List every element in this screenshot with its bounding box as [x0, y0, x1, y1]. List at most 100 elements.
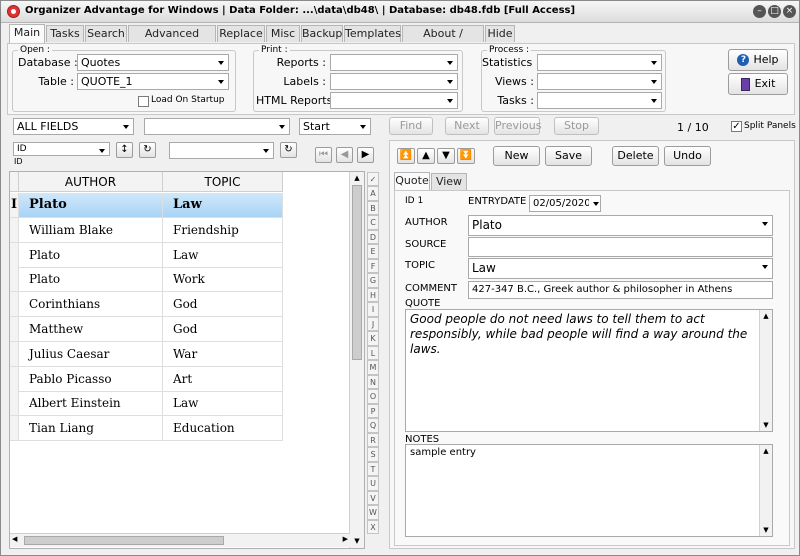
scroll-up-icon[interactable]: ▲: [350, 172, 364, 185]
first-record-icon[interactable]: ⏮: [315, 147, 332, 163]
delete-button[interactable]: Delete: [612, 146, 659, 166]
cell-author[interactable]: Plato: [19, 242, 163, 268]
alpha-letter-g[interactable]: G: [367, 273, 379, 288]
cell-author[interactable]: Corinthians: [19, 292, 163, 318]
table-row[interactable]: Corinthians God: [10, 292, 283, 318]
cell-topic[interactable]: Law: [163, 193, 283, 218]
cell-topic[interactable]: God: [163, 317, 283, 342]
table-row[interactable]: Plato Law: [10, 242, 283, 268]
alpha-letter-v[interactable]: V: [367, 490, 379, 506]
table-row[interactable]: Matthew God: [10, 317, 283, 342]
cell-topic[interactable]: Art: [163, 366, 283, 392]
tasks-select[interactable]: [537, 92, 662, 109]
alpha-letter-q[interactable]: Q: [367, 418, 379, 433]
undo-button[interactable]: Undo: [664, 146, 711, 166]
reports-select[interactable]: [330, 54, 458, 71]
table-select[interactable]: QUOTE_1: [77, 73, 229, 90]
alpha-letter-d[interactable]: D: [367, 229, 379, 245]
alpha-letter-o[interactable]: O: [367, 389, 379, 404]
search-input[interactable]: [144, 118, 290, 135]
split-panels-checkbox[interactable]: ✓: [731, 121, 742, 132]
cell-author[interactable]: Matthew: [19, 317, 163, 342]
scroll-up-icon[interactable]: ▲: [760, 445, 772, 457]
column-header-topic[interactable]: TOPIC: [163, 172, 283, 192]
tab-backup[interactable]: Backup: [301, 25, 343, 42]
save-button[interactable]: Save: [545, 146, 592, 166]
cell-author[interactable]: Albert Einstein: [19, 391, 163, 417]
tab-about-upgrade[interactable]: About / Upgrade: [402, 25, 484, 56]
labels-select[interactable]: [330, 73, 458, 90]
refresh-icon[interactable]: ↻: [139, 142, 156, 158]
tab-main[interactable]: Main: [9, 24, 45, 43]
views-select[interactable]: [537, 73, 662, 90]
sort-field-select[interactable]: ID: [13, 142, 110, 156]
cell-topic[interactable]: Education: [163, 416, 283, 442]
cell-topic[interactable]: War: [163, 341, 283, 367]
tab-advanced-search[interactable]: Advanced Search: [128, 25, 216, 56]
tab-tasks[interactable]: Tasks: [46, 25, 84, 42]
cell-topic[interactable]: God: [163, 292, 283, 318]
scroll-right-icon[interactable]: ▶: [343, 535, 348, 543]
alpha-letter-l[interactable]: L: [367, 345, 379, 361]
table-row[interactable]: I Plato Law: [10, 193, 283, 218]
alpha-all-button[interactable]: ✓: [367, 172, 379, 187]
tab-quote[interactable]: Quote: [394, 172, 430, 191]
tab-templates[interactable]: Templates: [344, 25, 401, 42]
search-field-select[interactable]: ALL FIELDS: [13, 118, 134, 135]
load-on-startup-checkbox[interactable]: [138, 96, 149, 107]
move-down-icon[interactable]: ▼: [437, 148, 455, 164]
notes-scrollbar[interactable]: ▲ ▼: [759, 445, 772, 536]
alpha-letter-f[interactable]: F: [367, 258, 379, 274]
database-select[interactable]: Quotes: [77, 54, 229, 71]
alpha-letter-b[interactable]: B: [367, 200, 379, 216]
cell-author[interactable]: William Blake: [19, 217, 163, 243]
alpha-letter-n[interactable]: N: [367, 374, 379, 390]
table-row[interactable]: Pablo Picasso Art: [10, 366, 283, 392]
table-row[interactable]: Albert Einstein Law: [10, 391, 283, 417]
cell-author[interactable]: Tian Liang: [19, 416, 163, 442]
table-row[interactable]: Tian Liang Education: [10, 416, 283, 442]
previous-button[interactable]: Previous: [494, 117, 542, 135]
refresh-filter-icon[interactable]: ↻: [280, 142, 297, 158]
tab-misc[interactable]: Misc: [266, 25, 300, 42]
scroll-thumb[interactable]: [352, 185, 362, 360]
next-record-icon[interactable]: ▶: [357, 147, 374, 163]
alpha-letter-x[interactable]: X: [367, 519, 379, 535]
alpha-letter-u[interactable]: U: [367, 476, 379, 491]
tab-replace[interactable]: Replace: [217, 25, 265, 42]
table-row[interactable]: Julius Caesar War: [10, 341, 283, 367]
html-reports-select[interactable]: [330, 92, 458, 109]
scroll-down-icon[interactable]: ▼: [760, 524, 772, 536]
quote-field[interactable]: Good people do not need laws to tell the…: [405, 309, 773, 432]
cell-author[interactable]: Pablo Picasso: [19, 366, 163, 392]
alpha-letter-e[interactable]: E: [367, 244, 379, 259]
alpha-letter-j[interactable]: J: [367, 316, 379, 332]
new-button[interactable]: New: [493, 146, 540, 166]
grid-vertical-scrollbar[interactable]: ▲ ▼: [349, 172, 364, 548]
cell-author[interactable]: Plato: [19, 193, 163, 218]
alpha-letter-w[interactable]: W: [367, 505, 379, 520]
topic-field[interactable]: Law: [468, 258, 773, 279]
alpha-letter-k[interactable]: K: [367, 331, 379, 346]
find-button[interactable]: Find: [389, 117, 433, 135]
alpha-letter-r[interactable]: R: [367, 432, 379, 448]
entrydate-field[interactable]: 02/05/2020: [529, 195, 601, 212]
table-row[interactable]: William Blake Friendship: [10, 217, 283, 243]
prev-record-icon[interactable]: ◀: [336, 147, 353, 163]
tab-view[interactable]: View: [431, 173, 467, 190]
cell-author[interactable]: Plato: [19, 267, 163, 293]
table-row[interactable]: Plato Work: [10, 267, 283, 293]
next-button[interactable]: Next: [445, 117, 489, 135]
close-icon[interactable]: ×: [783, 5, 796, 18]
cell-topic[interactable]: Work: [163, 267, 283, 293]
cell-author[interactable]: Julius Caesar: [19, 341, 163, 367]
cell-topic[interactable]: Law: [163, 391, 283, 417]
h-scroll-thumb[interactable]: [24, 536, 224, 545]
alpha-letter-i[interactable]: I: [367, 302, 379, 317]
alpha-letter-p[interactable]: P: [367, 403, 379, 419]
cell-topic[interactable]: Law: [163, 242, 283, 268]
grid-horizontal-scrollbar[interactable]: ◀ ▶: [10, 533, 350, 547]
tab-hide[interactable]: Hide: [485, 25, 515, 42]
minimize-icon[interactable]: –: [753, 5, 766, 18]
quote-scrollbar[interactable]: ▲ ▼: [759, 310, 772, 431]
